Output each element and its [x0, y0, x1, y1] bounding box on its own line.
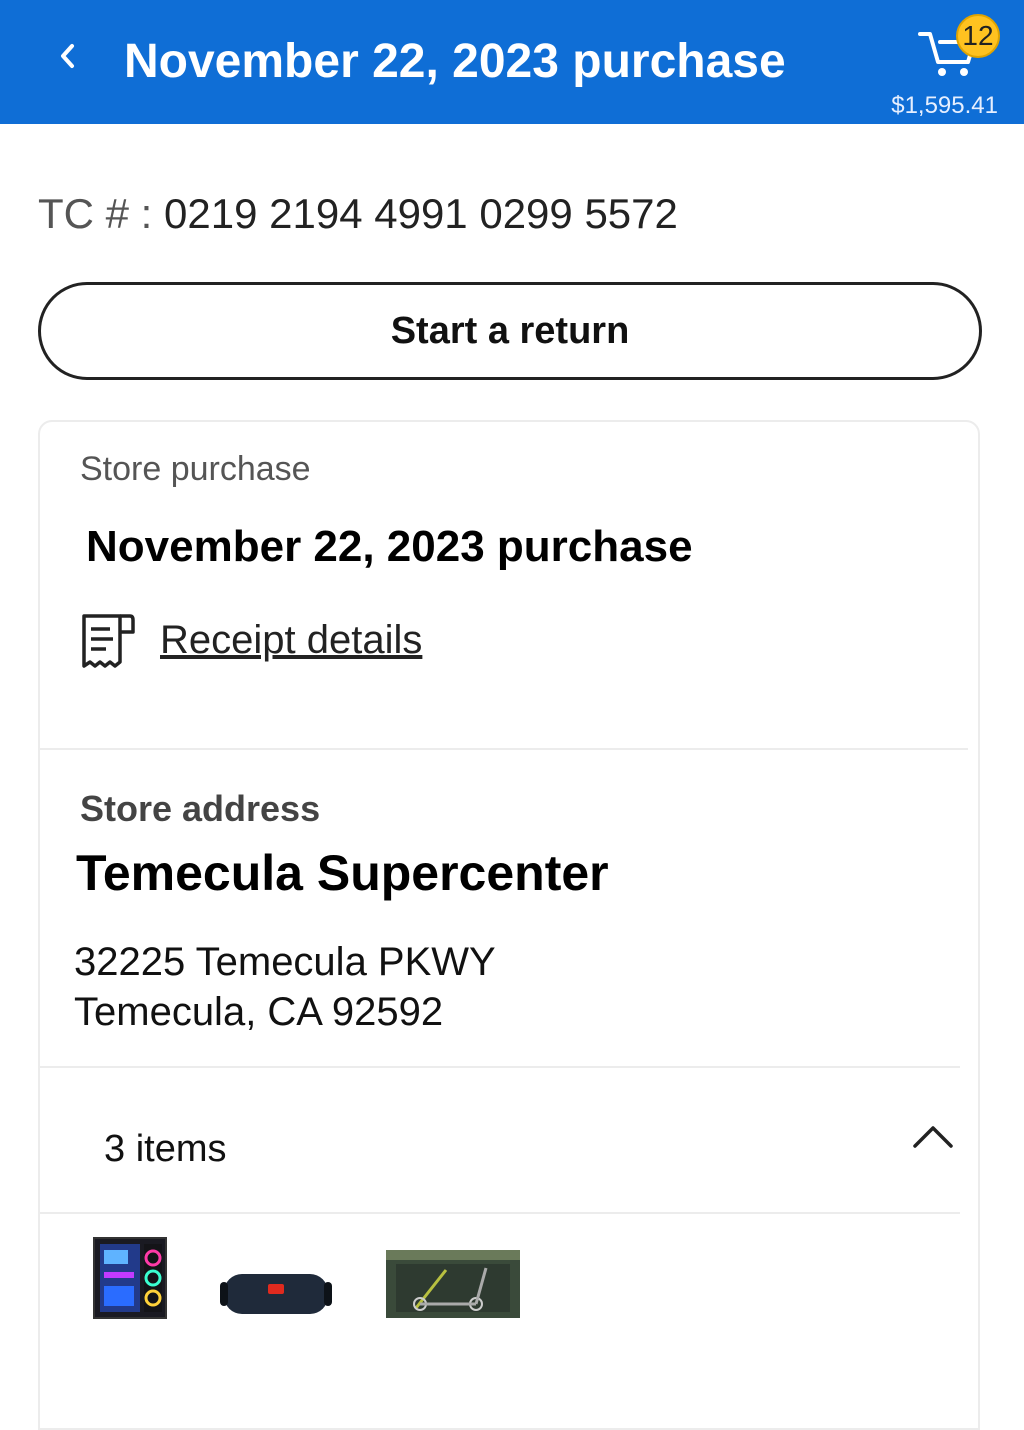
- bluetooth-speaker-image[interactable]: [220, 1266, 332, 1320]
- divider: [40, 748, 968, 750]
- gaming-pc-tower-image[interactable]: [90, 1232, 170, 1322]
- chevron-up-icon[interactable]: [910, 1120, 956, 1154]
- cart-count-badge: 12: [956, 14, 1000, 58]
- store-name: Temecula Supercenter: [76, 845, 609, 901]
- transaction-number: TC # : 0219 2194 4991 0299 5572: [38, 190, 678, 238]
- store-address-line2: Temecula, CA 92592: [74, 990, 444, 1034]
- cart-total: $1,595.41: [891, 92, 998, 119]
- purchase-type-label: Store purchase: [80, 450, 311, 488]
- store-address-label: Store address: [80, 788, 321, 829]
- receipt-details-link[interactable]: Receipt details: [160, 618, 422, 663]
- app-header: November 22, 2023 purchase 12 $1,595.41: [0, 0, 1024, 124]
- purchase-title: November 22, 2023 purchase: [86, 522, 693, 571]
- transaction-label: TC # :: [38, 190, 153, 237]
- items-count: 3 items: [104, 1128, 227, 1170]
- page-title: November 22, 2023 purchase: [124, 35, 786, 88]
- skute-scooter-box-image[interactable]: [386, 1250, 520, 1318]
- start-return-button[interactable]: Start a return: [38, 282, 982, 380]
- store-address-line1: 32225 Temecula PKWY: [74, 940, 496, 984]
- chevron-left-icon[interactable]: [52, 34, 82, 78]
- divider: [40, 1212, 960, 1214]
- divider: [40, 1066, 960, 1068]
- receipt-icon: [82, 614, 135, 668]
- transaction-value: 0219 2194 4991 0299 5572: [164, 190, 678, 237]
